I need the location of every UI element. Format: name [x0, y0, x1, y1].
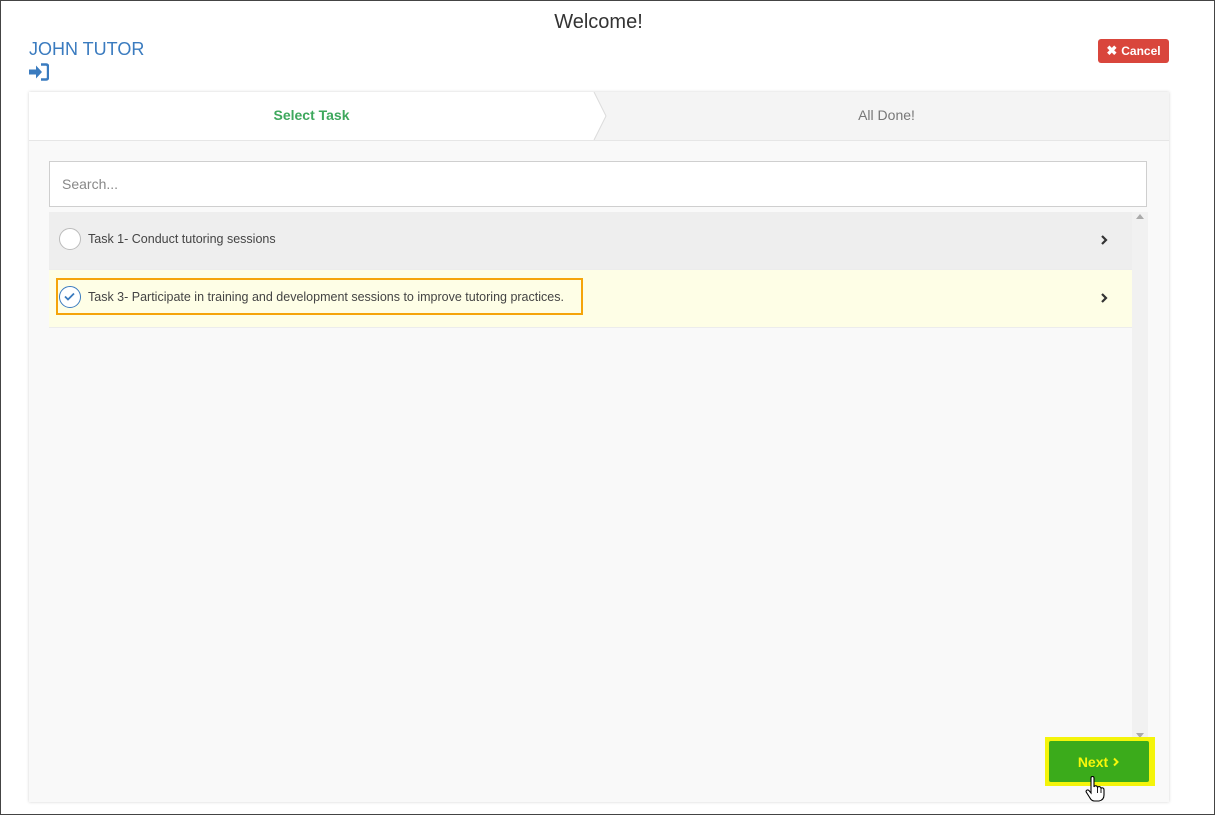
close-icon: ✖: [1106, 43, 1118, 58]
task-row-3[interactable]: Task 3- Participate in training and deve…: [49, 270, 1132, 328]
page-title: Welcome!: [554, 11, 643, 33]
scrollbar[interactable]: [1132, 212, 1148, 740]
cancel-button[interactable]: ✖ Cancel: [1098, 39, 1169, 63]
user-name: JOHN TUTOR: [29, 39, 145, 59]
step-all-done-label[interactable]: All Done!: [604, 107, 1169, 123]
chevron-right-icon: [1101, 293, 1108, 303]
task-row-1[interactable]: Task 1- Conduct tutoring sessions: [49, 212, 1132, 270]
task-1-label: Task 1- Conduct tutoring sessions: [88, 232, 276, 246]
search-input[interactable]: [49, 161, 1147, 207]
task-list: Task 1- Conduct tutoring sessions Task 3…: [49, 212, 1132, 328]
task-1-radio[interactable]: [59, 228, 81, 250]
hand-pointer-cursor-icon: [1085, 776, 1105, 802]
wizard-steps: Select Task All Done!: [29, 92, 1169, 141]
step-select-task-label: Select Task: [273, 107, 350, 123]
chevron-right-icon: [1101, 235, 1108, 245]
chevron-right-icon: [1113, 757, 1120, 766]
next-button-label: Next: [1077, 753, 1109, 770]
sign-in-icon[interactable]: [29, 63, 49, 81]
selection-highlight: [56, 278, 583, 315]
scroll-up-arrow-icon[interactable]: [1136, 214, 1144, 219]
wizard-panel: Select Task All Done! Task 1- Conduct tu…: [29, 92, 1169, 802]
cancel-button-label: Cancel: [1121, 44, 1161, 58]
